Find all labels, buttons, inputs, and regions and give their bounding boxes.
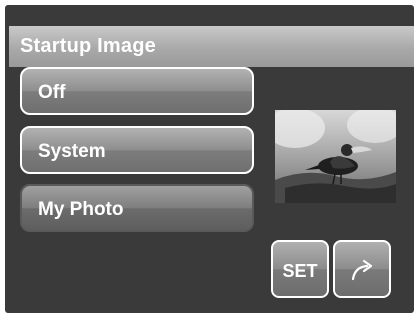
menu-title-bar: Startup Image [9, 26, 414, 67]
set-button-label: SET [282, 261, 318, 281]
return-arrow-icon [351, 259, 373, 281]
option-system[interactable]: System [20, 126, 254, 174]
set-button[interactable]: SET [271, 240, 329, 298]
option-my-photo[interactable]: My Photo [20, 184, 254, 232]
camera-menu-screen: Startup Image Off System My Photo SET [5, 5, 414, 313]
startup-image-preview [275, 110, 396, 203]
option-off-label: Off [38, 82, 66, 103]
option-system-label: System [38, 141, 106, 162]
return-button[interactable] [333, 240, 391, 298]
option-off[interactable]: Off [20, 67, 254, 115]
menu-title: Startup Image [20, 35, 156, 57]
bird-photo-thumbnail [275, 110, 396, 203]
option-my-photo-label: My Photo [38, 199, 124, 220]
